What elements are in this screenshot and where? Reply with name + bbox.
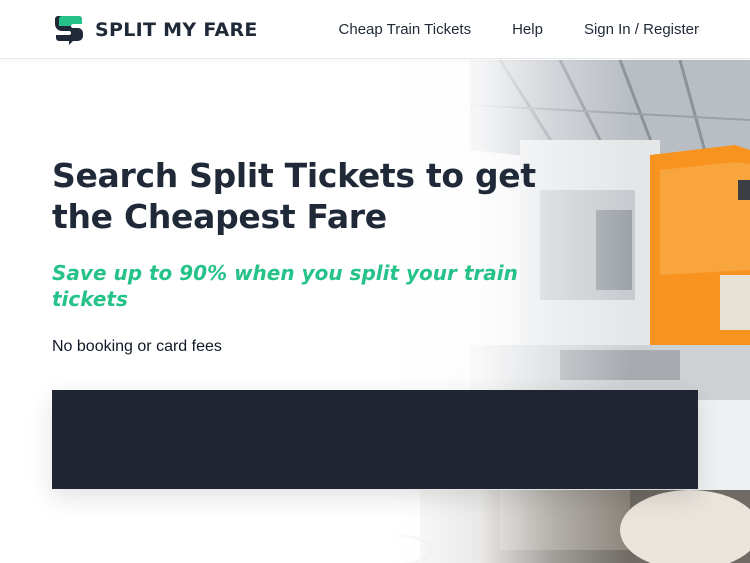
hero-tagline: No booking or card fees — [52, 338, 222, 355]
hero-subheadline: Save up to 90% when you split your train… — [52, 261, 518, 311]
main-nav: Cheap Train Tickets Help Sign In / Regis… — [339, 21, 699, 38]
nav-sign-in-register[interactable]: Sign In / Register — [584, 21, 699, 38]
split-my-fare-logo-icon — [55, 16, 83, 45]
logo-text: SPLIT MY FARE — [95, 19, 258, 41]
nav-cheap-train-tickets[interactable]: Cheap Train Tickets — [339, 21, 472, 38]
nav-help[interactable]: Help — [512, 21, 543, 38]
site-header: SPLIT MY FARE Cheap Train Tickets Help S… — [0, 0, 750, 59]
logo[interactable]: SPLIT MY FARE — [55, 14, 258, 46]
hero-headline: Search Split Tickets to get the Cheapest… — [52, 156, 536, 236]
search-panel[interactable] — [52, 390, 698, 489]
